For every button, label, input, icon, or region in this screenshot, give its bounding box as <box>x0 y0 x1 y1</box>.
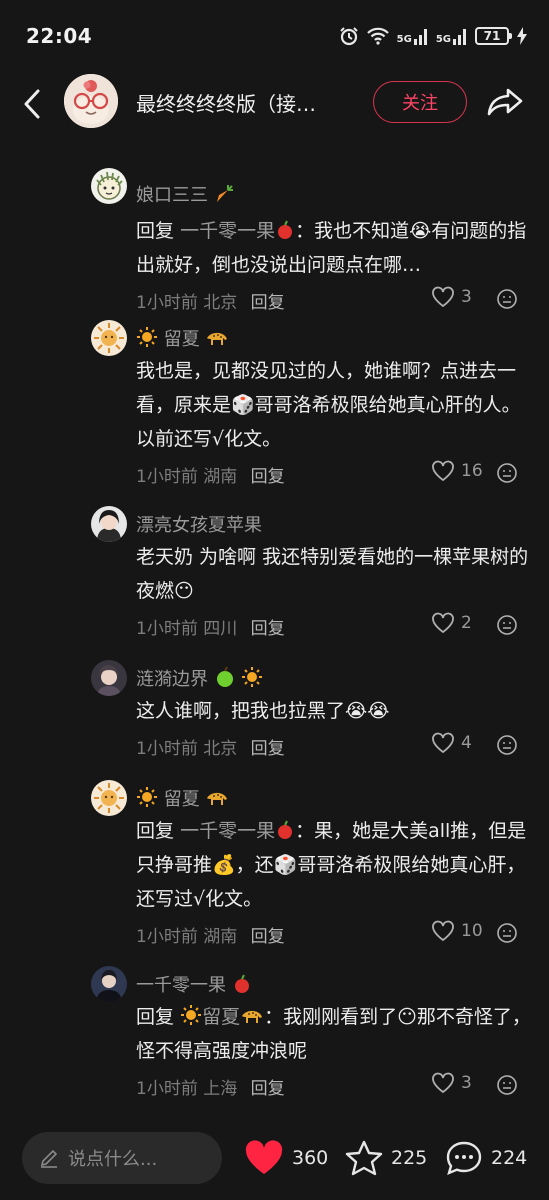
comment-placeholder: 说点什么... <box>68 1149 158 1170</box>
comment-meta: 1小时前 北京 回复 <box>136 293 285 313</box>
reply-target[interactable]: 一千零一果 <box>180 820 295 842</box>
comment-author[interactable]: 一千零一果 <box>136 971 252 997</box>
neutral-face-icon <box>497 615 517 635</box>
like-button[interactable]: 2 <box>431 612 472 634</box>
sun-icon <box>137 327 157 347</box>
avatar[interactable] <box>91 506 127 542</box>
reply-target[interactable]: 留夏 <box>180 1005 264 1028</box>
comment-author[interactable]: 留夏 <box>136 785 229 811</box>
apple-icon <box>278 220 293 239</box>
comment-text: 回复 一千零一果 ：果，她是大美all推，但是只挣哥推💰，还🎲哥哥洛希极限给她真心… <box>136 820 527 910</box>
reply-target[interactable]: 一千零一果 <box>180 220 295 242</box>
reply-button[interactable]: 回复 <box>251 467 285 487</box>
status-time: 22:04 <box>26 24 93 48</box>
comment-meta: 1小时前 北京 回复 <box>136 739 285 759</box>
battery-indicator: 71 <box>475 27 512 45</box>
comment-text: 回复 留夏 ：我刚刚看到了😶那不奇怪了，怪不得高强度冲浪呢 <box>136 1005 531 1062</box>
dislike-button[interactable] <box>496 922 518 944</box>
neutral-face-icon <box>497 1075 517 1095</box>
signal-2: 5G <box>436 27 467 45</box>
dislike-button[interactable] <box>496 614 518 636</box>
apple-icon <box>234 974 249 993</box>
heart-outline-icon <box>432 612 454 634</box>
avatar[interactable] <box>91 780 127 816</box>
neutral-face-icon <box>497 463 517 483</box>
comment-text: 回复 一千零一果 ：我也不知道😭有问题的指出就好，倒也没说出问题点在哪… <box>136 220 527 276</box>
pencil-icon <box>40 1149 58 1168</box>
page-title: 最终终终终版（接… <box>136 92 316 116</box>
like-total-button[interactable]: 360 <box>244 1140 328 1176</box>
comment-author[interactable]: 娘口三三 <box>136 181 234 207</box>
wifi-icon <box>366 27 389 45</box>
reply-button[interactable]: 回复 <box>251 739 285 759</box>
dislike-button[interactable] <box>496 1074 518 1096</box>
star-icon <box>345 1140 383 1176</box>
avatar[interactable] <box>91 966 127 1002</box>
heart-outline-icon <box>432 1072 454 1094</box>
collect-button[interactable]: 225 <box>345 1140 427 1176</box>
alarm-icon <box>339 26 359 46</box>
comment-text: 老天奶 为啥啊 我还特别爱看她的一棵苹果树的夜燃😶 <box>136 546 529 602</box>
comment-meta: 1小时前 湖南 回复 <box>136 467 285 487</box>
like-button[interactable]: 10 <box>431 920 483 942</box>
avatar[interactable] <box>91 320 127 356</box>
neutral-face-icon <box>497 735 517 755</box>
dislike-button[interactable] <box>496 288 518 310</box>
heart-outline-icon <box>432 460 454 482</box>
heart-outline-icon <box>432 920 454 942</box>
comment-meta: 1小时前 四川 回复 <box>136 619 285 639</box>
bottom-bar: 说点什么... 360 225 224 <box>0 1116 549 1200</box>
avatar[interactable] <box>91 660 127 696</box>
signal-1: 5G <box>397 27 428 45</box>
comment-author[interactable]: 涟漪边界 <box>136 665 263 691</box>
screen: 22:04 5G 5G 71 最终终终终版（接… 关注 娘口三三 回复 一千零一… <box>0 0 549 1200</box>
heart-outline-icon <box>432 732 454 754</box>
sun-icon <box>181 1005 202 1025</box>
share-button[interactable] <box>486 84 526 120</box>
comment-author[interactable]: 留夏 <box>136 325 229 351</box>
avatar[interactable] <box>91 168 127 204</box>
leopard-icon <box>207 332 228 345</box>
carrot-icon <box>216 185 233 202</box>
reply-button[interactable]: 回复 <box>251 1079 285 1099</box>
leopard-icon <box>242 1010 263 1023</box>
like-button[interactable]: 3 <box>431 1072 472 1094</box>
reply-button[interactable]: 回复 <box>251 927 285 947</box>
charging-icon <box>517 27 527 45</box>
like-button[interactable]: 3 <box>431 286 472 308</box>
share-icon <box>487 88 523 116</box>
status-icons: 5G 5G 71 <box>339 24 527 48</box>
heart-outline-icon <box>432 286 454 308</box>
chevron-left-icon <box>24 89 40 119</box>
comment-text: 我也是，见都没见过的人，她谁啊？点进去一看，原来是🎲哥哥洛希极限给她真心肝的人。… <box>136 360 521 450</box>
comment-text: 这人谁啊，把我也拉黑了😭😭 <box>136 700 390 722</box>
sun-icon <box>242 667 263 687</box>
comment-meta: 1小时前 湖南 回复 <box>136 927 285 947</box>
comment-input[interactable]: 说点什么... <box>22 1132 222 1184</box>
like-button[interactable]: 4 <box>431 732 472 754</box>
dislike-button[interactable] <box>496 734 518 756</box>
neutral-face-icon <box>497 923 517 943</box>
reply-button[interactable]: 回复 <box>251 619 285 639</box>
comment-meta: 1小时前 上海 回复 <box>136 1079 285 1099</box>
comment-author[interactable]: 漂亮女孩夏苹果 <box>136 511 262 537</box>
comment-bubble-icon <box>446 1141 482 1176</box>
comment-total-button[interactable]: 224 <box>445 1140 527 1176</box>
green-apple-icon <box>216 666 233 687</box>
signal-icon <box>453 29 466 45</box>
neutral-face-icon <box>497 289 517 309</box>
status-bar: 22:04 5G 5G 71 <box>0 0 549 72</box>
apple-icon <box>278 820 293 839</box>
signal-icon <box>413 29 427 45</box>
leopard-icon <box>207 792 228 805</box>
back-button[interactable] <box>18 86 48 122</box>
heart-filled-icon <box>245 1140 283 1174</box>
reply-button[interactable]: 回复 <box>251 293 285 313</box>
like-button[interactable]: 16 <box>431 460 483 482</box>
author-avatar[interactable] <box>64 74 118 128</box>
dislike-button[interactable] <box>496 462 518 484</box>
follow-button[interactable]: 关注 <box>373 81 467 123</box>
header: 最终终终终版（接… 关注 <box>0 72 549 136</box>
sun-icon <box>137 787 157 807</box>
